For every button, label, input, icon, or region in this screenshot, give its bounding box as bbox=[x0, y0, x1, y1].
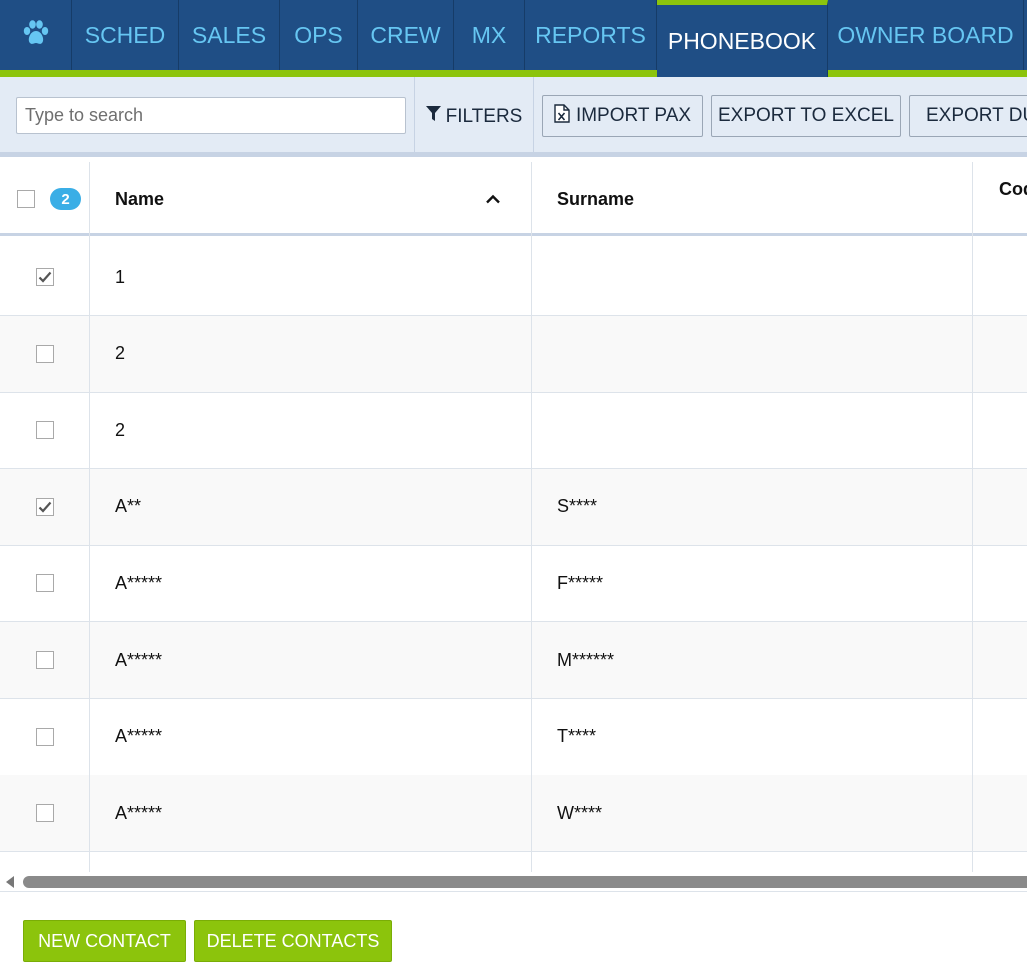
tab-owner-board[interactable]: OWNER BOARD bbox=[828, 0, 1024, 70]
import-pax-button[interactable]: IMPORT PAX bbox=[542, 95, 703, 137]
export-to-excel-button[interactable]: EXPORT TO EXCEL bbox=[711, 95, 901, 137]
export-duplicates-button[interactable]: EXPORT DUPLICATES bbox=[909, 95, 1027, 137]
grid-header: 2 Name Surname Code bbox=[0, 162, 1027, 236]
table-row[interactable]: A***** W**** bbox=[0, 775, 1027, 853]
tab-sales[interactable]: SALES bbox=[179, 0, 280, 70]
cell-name: 2 bbox=[115, 419, 126, 440]
logo[interactable] bbox=[0, 0, 72, 70]
column-divider bbox=[972, 162, 973, 872]
delete-contacts-button[interactable]: DELETE CONTACTS bbox=[194, 920, 392, 962]
import-pax-label: IMPORT PAX bbox=[575, 105, 692, 126]
selected-count-badge: 2 bbox=[50, 162, 81, 236]
column-header-name[interactable]: Name bbox=[115, 162, 164, 236]
empty-checkbox[interactable] bbox=[36, 651, 54, 669]
filter-icon bbox=[425, 106, 441, 128]
sort-ascending-icon[interactable] bbox=[486, 162, 500, 236]
cell-name: 2 bbox=[115, 343, 126, 364]
export-to-excel-label: EXPORT TO EXCEL bbox=[717, 105, 894, 126]
cell-name: A** bbox=[115, 496, 142, 517]
empty-checkbox[interactable] bbox=[36, 574, 54, 593]
cell-surname: T**** bbox=[557, 726, 597, 747]
excel-file-icon bbox=[554, 103, 570, 129]
table-row[interactable]: 2 bbox=[0, 315, 1027, 393]
paw-icon bbox=[21, 18, 51, 53]
row-checkbox[interactable] bbox=[36, 239, 54, 315]
tab-sched[interactable]: SCHED bbox=[72, 0, 179, 70]
table-row[interactable]: A***** F***** bbox=[0, 545, 1027, 623]
row-checkbox[interactable] bbox=[36, 622, 54, 698]
cell-surname: F***** bbox=[557, 572, 604, 593]
cell-surname: M****** bbox=[557, 649, 615, 670]
column-divider bbox=[531, 162, 532, 872]
cell-name: A***** bbox=[115, 802, 163, 823]
row-checkbox[interactable] bbox=[36, 392, 54, 468]
tab-phonebook[interactable]: PHONEBOOK bbox=[657, 0, 828, 77]
select-all-checkbox[interactable] bbox=[17, 162, 35, 236]
cell-name: 1 bbox=[115, 266, 126, 287]
row-checkbox[interactable] bbox=[36, 545, 54, 621]
contacts-grid: 2 Name Surname Code 1 2 2 A** S**** A***** F**… bbox=[0, 162, 1027, 872]
row-checkbox[interactable] bbox=[36, 699, 54, 775]
cell-name: A***** bbox=[115, 726, 163, 747]
table-row[interactable]: 2 bbox=[0, 392, 1027, 470]
export-duplicates-label: EXPORT DUPLICATES bbox=[926, 105, 1027, 126]
scroll-left-arrow-icon[interactable] bbox=[6, 876, 14, 888]
column-header-surname[interactable]: Surname bbox=[557, 162, 634, 236]
empty-checkbox[interactable] bbox=[36, 344, 54, 363]
filters-button[interactable]: FILTERS bbox=[414, 77, 534, 157]
filters-label: FILTERS bbox=[445, 106, 523, 127]
table-row[interactable]: 1 bbox=[0, 239, 1027, 316]
cell-name: A***** bbox=[115, 572, 163, 593]
row-checkbox[interactable] bbox=[36, 775, 54, 851]
checkmark-icon[interactable] bbox=[36, 497, 54, 516]
tab-mx[interactable]: MX bbox=[454, 0, 525, 70]
checkmark-icon[interactable] bbox=[36, 268, 54, 286]
table-row[interactable]: A***** M****** bbox=[0, 622, 1027, 699]
column-header-code[interactable]: Code bbox=[999, 162, 1027, 226]
column-divider bbox=[89, 162, 90, 872]
horizontal-scrollbar[interactable] bbox=[0, 872, 1027, 892]
empty-checkbox[interactable] bbox=[36, 804, 54, 823]
scrollbar-thumb[interactable] bbox=[23, 876, 1027, 888]
search-input[interactable] bbox=[16, 97, 406, 134]
tab-crew[interactable]: CREW bbox=[358, 0, 454, 70]
empty-checkbox[interactable] bbox=[36, 727, 54, 746]
table-row[interactable]: A** S**** bbox=[0, 468, 1027, 546]
top-navigation: SCHED SALES OPS CREW MX REPORTS PHONEBOO… bbox=[0, 0, 1027, 77]
row-checkbox[interactable] bbox=[36, 316, 54, 392]
table-row[interactable]: A***** T**** bbox=[0, 699, 1027, 776]
tab-ops[interactable]: OPS bbox=[280, 0, 358, 70]
cell-name: A***** bbox=[115, 649, 163, 670]
new-contact-button[interactable]: NEW CONTACT bbox=[23, 920, 186, 962]
tab-reports[interactable]: REPORTS bbox=[525, 0, 657, 70]
cell-surname: S**** bbox=[557, 496, 598, 517]
empty-checkbox[interactable] bbox=[36, 421, 54, 440]
toolbar: FILTERS IMPORT PAX EXPORT TO EXCEL EXPOR… bbox=[0, 77, 1027, 157]
cell-surname: W**** bbox=[557, 802, 603, 823]
row-checkbox[interactable] bbox=[36, 469, 54, 545]
